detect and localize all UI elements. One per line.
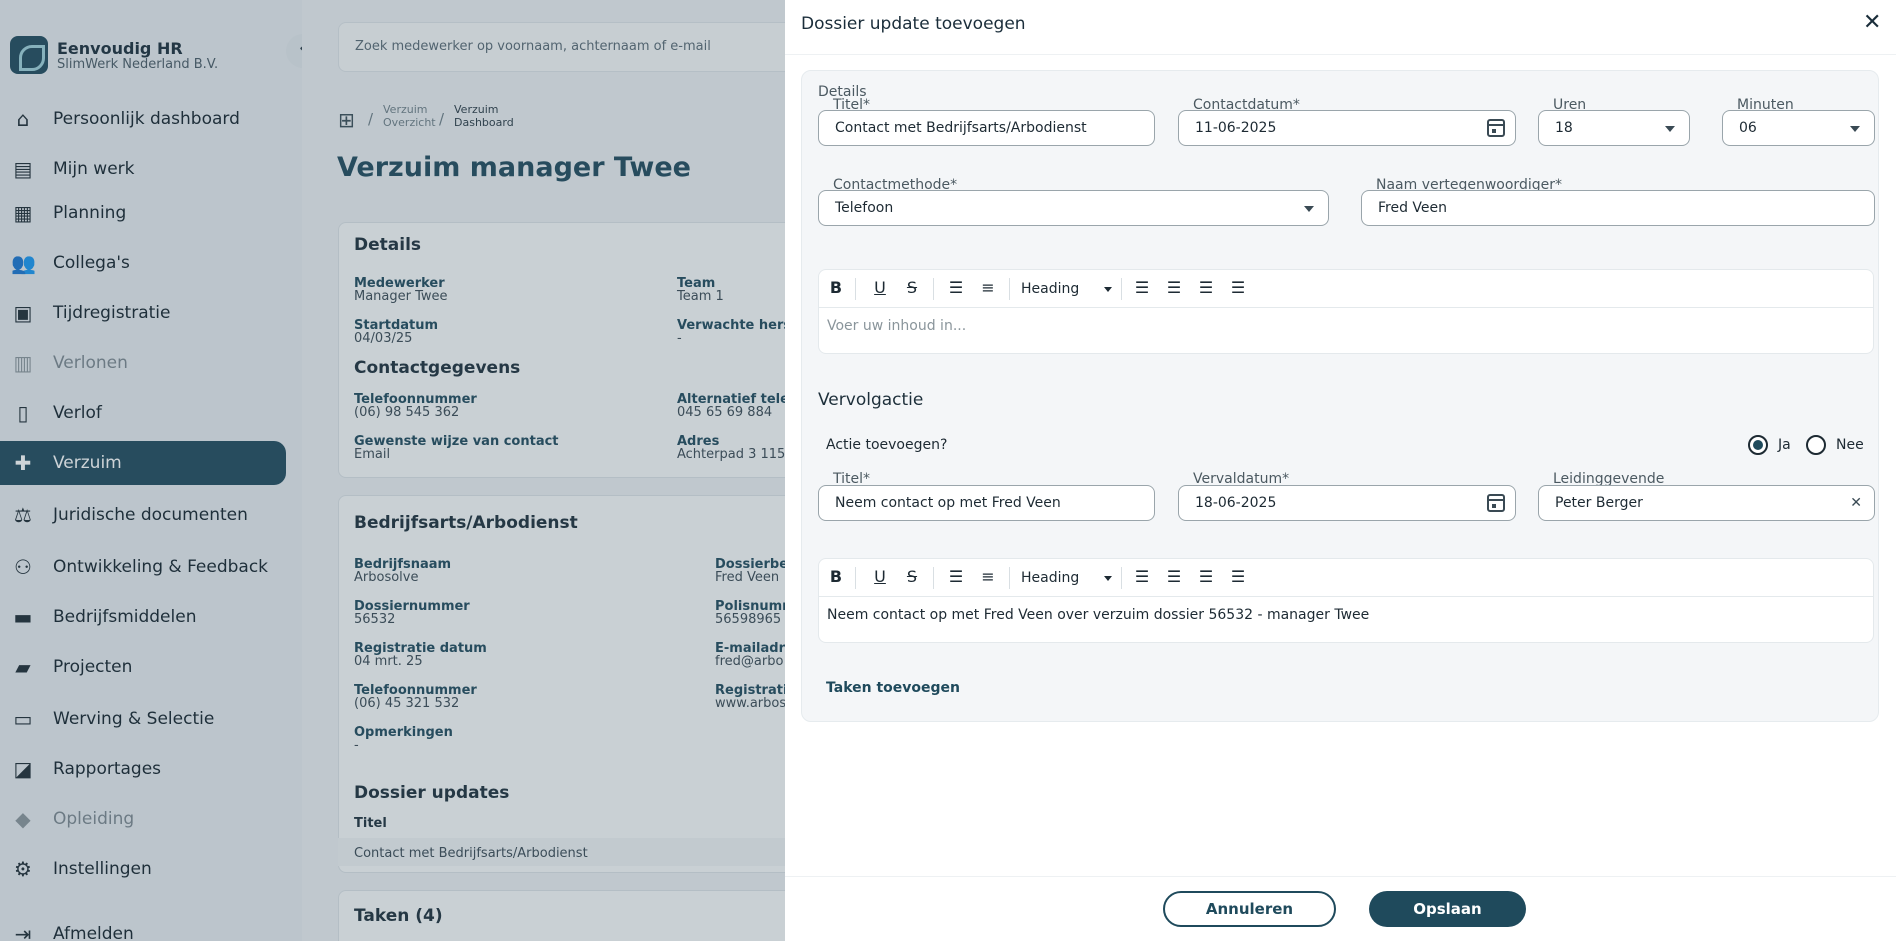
editor-placeholder: Voer uw inhoud in... (827, 318, 967, 334)
minuten-select[interactable]: 06 (1722, 110, 1875, 146)
actie-titel-input[interactable]: Neem contact op met Fred Veen (818, 485, 1155, 521)
calendar-icon[interactable] (1487, 119, 1505, 137)
leidinggevende-select[interactable]: Peter Berger ✕ (1538, 485, 1875, 521)
chevron-down-icon (1850, 126, 1860, 132)
divider (933, 567, 934, 589)
ordered-list-icon[interactable]: ☰ (945, 567, 967, 586)
vertegenwoordiger-input[interactable]: Fred Veen (1361, 190, 1875, 226)
close-icon[interactable]: ✕ (1863, 10, 1881, 35)
cancel-button[interactable]: Annuleren (1163, 891, 1336, 927)
underline-button[interactable]: U (869, 567, 891, 586)
titel-input[interactable]: Contact met Bedrijfsarts/Arbodienst (818, 110, 1155, 146)
vervolgactie-title: Vervolgactie (818, 390, 924, 410)
contactdatum-input[interactable]: 11-06-2025 (1178, 110, 1516, 146)
editor-content: Neem contact op met Fred Veen over verzu… (827, 607, 1370, 623)
heading-select[interactable]: Heading (1021, 570, 1079, 586)
uren-select[interactable]: 18 (1538, 110, 1690, 146)
ordered-list-icon[interactable]: ☰ (945, 278, 967, 297)
chevron-down-icon (1104, 576, 1112, 581)
heading-select[interactable]: Heading (1021, 281, 1079, 297)
taken-toevoegen-link[interactable]: Taken toevoegen (826, 680, 960, 696)
chevron-down-icon (1665, 126, 1675, 132)
actie-toevoegen-label: Actie toevoegen? (826, 437, 948, 453)
bold-button[interactable]: B (825, 278, 847, 297)
underline-button[interactable]: U (869, 278, 891, 297)
calendar-icon[interactable] (1487, 494, 1505, 512)
dossier-update-drawer: Dossier update toevoegen ✕ Details Titel… (785, 0, 1896, 941)
radio-nee[interactable] (1806, 435, 1826, 455)
align-justify-icon[interactable]: ☰ (1227, 278, 1249, 297)
radio-ja[interactable] (1748, 435, 1768, 455)
strikethrough-button[interactable]: S (901, 278, 923, 297)
save-button[interactable]: Opslaan (1369, 891, 1526, 927)
drawer-title: Dossier update toevoegen (801, 14, 1026, 34)
align-right-icon[interactable]: ☰ (1195, 278, 1217, 297)
bullet-list-icon[interactable]: ≡ (977, 567, 999, 586)
divider (933, 278, 934, 300)
actie-editor[interactable]: B U S ☰ ≡ Heading ☰ ☰ ☰ ☰ Neem contact o… (818, 558, 1874, 643)
vervaldatum-input[interactable]: 18-06-2025 (1178, 485, 1516, 521)
bold-button[interactable]: B (825, 567, 847, 586)
align-left-icon[interactable]: ☰ (1131, 278, 1153, 297)
modal-overlay[interactable] (0, 0, 785, 941)
divider (1121, 567, 1122, 589)
divider (1009, 567, 1010, 589)
divider (1009, 278, 1010, 300)
align-right-icon[interactable]: ☰ (1195, 567, 1217, 586)
editor-toolbar: B U S ☰ ≡ Heading ☰ ☰ ☰ ☰ (819, 559, 1873, 597)
ja-label: Ja (1778, 437, 1791, 453)
divider (785, 54, 1896, 55)
chevron-down-icon (1104, 287, 1112, 292)
strikethrough-button[interactable]: S (901, 567, 923, 586)
align-center-icon[interactable]: ☰ (1163, 567, 1185, 586)
clear-icon[interactable]: ✕ (1850, 486, 1862, 520)
editor-toolbar: B U S ☰ ≡ Heading ☰ ☰ ☰ ☰ (819, 270, 1873, 308)
chevron-down-icon (1304, 206, 1314, 212)
divider (785, 876, 1896, 877)
align-justify-icon[interactable]: ☰ (1227, 567, 1249, 586)
divider (855, 278, 856, 300)
bullet-list-icon[interactable]: ≡ (977, 278, 999, 297)
divider (855, 567, 856, 589)
align-center-icon[interactable]: ☰ (1163, 278, 1185, 297)
contactmethode-select[interactable]: Telefoon (818, 190, 1329, 226)
nee-label: Nee (1836, 437, 1864, 453)
content-editor[interactable]: B U S ☰ ≡ Heading ☰ ☰ ☰ ☰ Voer uw inhoud… (818, 269, 1874, 354)
align-left-icon[interactable]: ☰ (1131, 567, 1153, 586)
divider (1121, 278, 1122, 300)
